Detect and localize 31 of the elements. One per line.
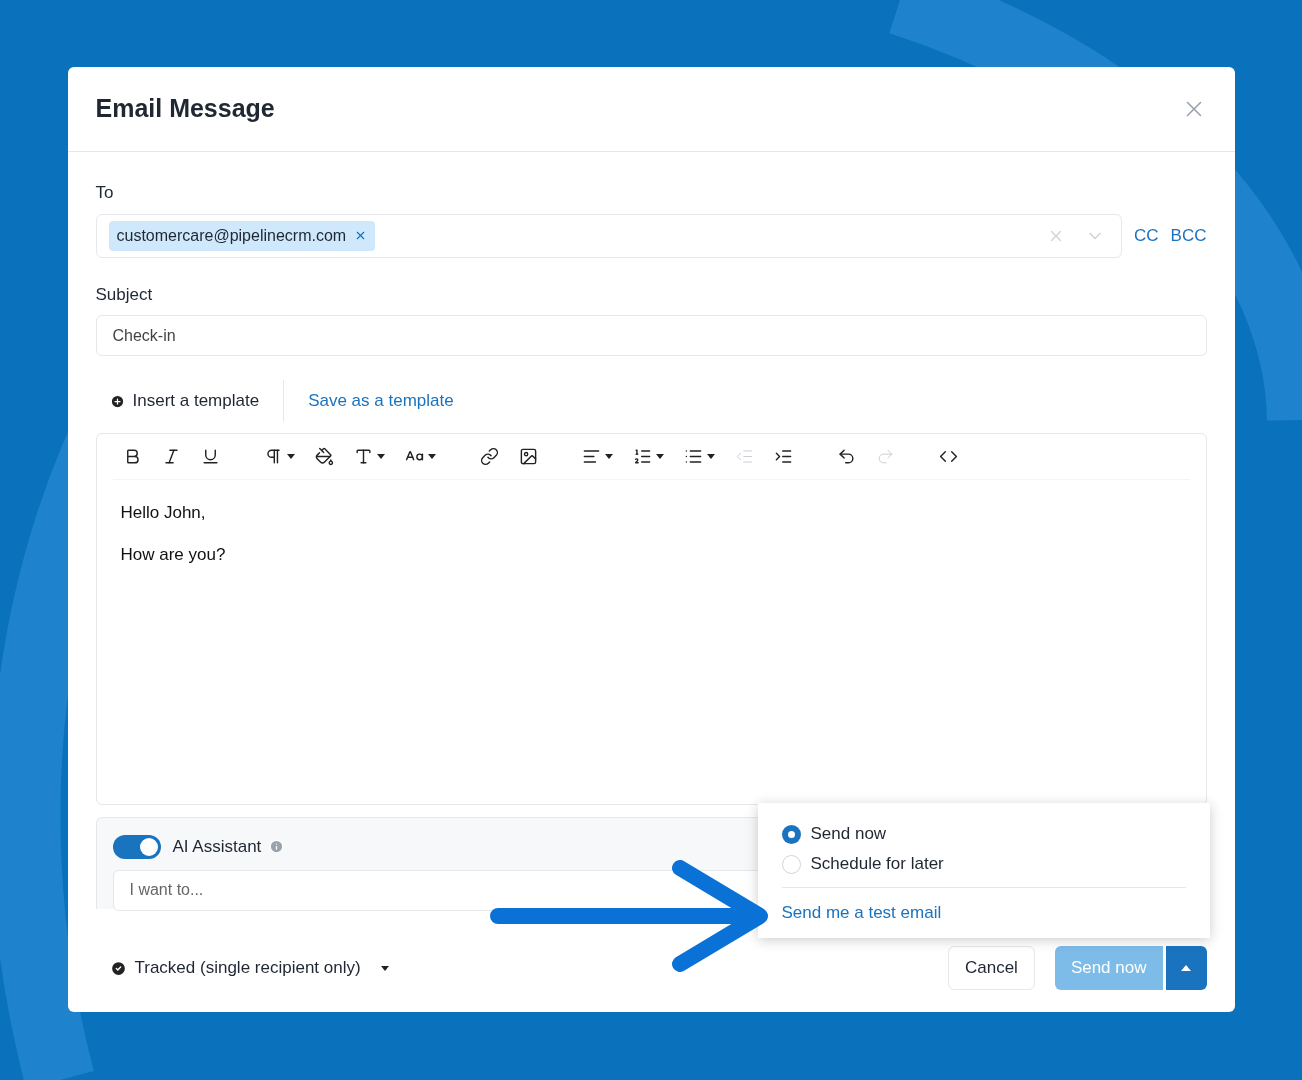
recipient-field[interactable]: customercare@pipelinecrm.com — [95, 213, 1123, 258]
cancel-button[interactable]: Cancel — [947, 946, 1035, 990]
message-text: Hello John, — [120, 502, 207, 524]
caret-icon — [604, 454, 613, 459]
caret-icon — [655, 454, 664, 459]
caret-up-icon — [1181, 965, 1191, 971]
recipient-email: customercare@pipelinecrm.com — [116, 225, 347, 246]
to-label: To — [95, 182, 115, 204]
cc-link[interactable]: CC — [1134, 222, 1159, 249]
save-template-link[interactable]: Save as a template — [308, 388, 454, 414]
message-text: How are you? — [120, 543, 227, 566]
caret-icon — [706, 454, 715, 459]
subject-field[interactable]: Check-in — [95, 315, 1207, 356]
bcc-link[interactable]: BCC — [1170, 222, 1207, 249]
insert-template-button[interactable]: Insert a template — [95, 380, 285, 422]
tracking-dropdown[interactable]: Tracked (single recipient only) — [95, 955, 403, 981]
send-options-button[interactable] — [1165, 946, 1207, 990]
caret-icon — [427, 454, 436, 459]
option-label: Send now — [810, 823, 887, 846]
ai-assistant-label: AI Assistant — [172, 836, 262, 858]
subject-label: Subject — [95, 283, 154, 306]
check-circle-icon — [109, 959, 127, 977]
info-icon — [269, 839, 285, 855]
plus-circle-icon — [109, 393, 125, 409]
ai-toggle[interactable] — [112, 834, 161, 859]
caret-icon — [286, 454, 295, 459]
send-option[interactable]: Send now — [781, 819, 1186, 849]
caret-icon — [380, 965, 389, 971]
caret-icon — [376, 454, 385, 459]
dialog-title: Email Message — [95, 93, 275, 125]
radio-button[interactable] — [781, 824, 801, 844]
